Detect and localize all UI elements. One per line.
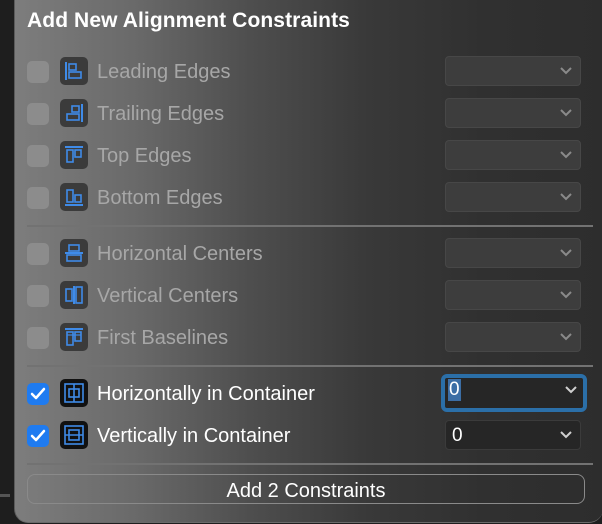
- bottom-edges-dropdown[interactable]: [445, 182, 581, 212]
- top-edges-checkbox[interactable]: [27, 145, 49, 167]
- leading-edges-icon: [60, 57, 88, 85]
- horizontal-centers-dropdown[interactable]: [445, 238, 581, 268]
- trailing-edges-checkbox[interactable]: [27, 103, 49, 125]
- first-baselines-checkbox[interactable]: [27, 327, 49, 349]
- leading-edges-label: Leading Edges: [97, 61, 231, 83]
- separator: [27, 225, 593, 227]
- horizontal-centers-icon: [60, 239, 88, 267]
- add-constraints-button[interactable]: Add 2 Constraints: [27, 474, 585, 504]
- chevron-down-icon: [560, 249, 572, 257]
- separator: [27, 463, 593, 465]
- horizontal-centers-checkbox[interactable]: [27, 243, 49, 265]
- checkmark-icon: [30, 429, 46, 442]
- top-edges-label: Top Edges: [97, 145, 192, 167]
- vertical-centers-checkbox[interactable]: [27, 285, 49, 307]
- chevron-down-icon: [560, 109, 572, 117]
- vertical-centers-label: Vertical Centers: [97, 285, 239, 307]
- checkmark-icon: [30, 387, 46, 400]
- chevron-down-icon: [565, 386, 577, 394]
- chevron-down-icon: [560, 67, 572, 75]
- horizontally-in-container-icon: [60, 379, 88, 407]
- first-baselines-icon: [60, 323, 88, 351]
- chevron-down-icon: [560, 193, 572, 201]
- leading-edges-checkbox[interactable]: [27, 61, 49, 83]
- separator: [27, 365, 593, 367]
- first-baselines-dropdown[interactable]: [445, 322, 581, 352]
- vertically-in-container-label: Vertically in Container: [97, 425, 291, 447]
- alignment-constraints-popover: Add New Alignment Constraints Leading Ed…: [14, 0, 602, 523]
- row-leading-edges[interactable]: Leading Edges: [15, 56, 602, 92]
- row-horizontal-centers[interactable]: Horizontal Centers: [15, 238, 602, 274]
- trailing-edges-dropdown[interactable]: [445, 98, 581, 128]
- horizontal-centers-label: Horizontal Centers: [97, 243, 263, 265]
- chevron-down-icon: [560, 333, 572, 341]
- horizontally-in-container-checkbox[interactable]: [27, 383, 49, 405]
- top-edges-dropdown[interactable]: [445, 140, 581, 170]
- horizontally-in-container-dropdown[interactable]: 0: [441, 374, 587, 412]
- row-vertical-centers[interactable]: Vertical Centers: [15, 280, 602, 316]
- vertical-centers-dropdown[interactable]: [445, 280, 581, 310]
- vertical-centers-icon: [60, 281, 88, 309]
- chevron-down-icon: [560, 431, 572, 439]
- window-edge: [0, 494, 10, 497]
- top-edges-icon: [60, 141, 88, 169]
- vertically-in-container-checkbox[interactable]: [27, 425, 49, 447]
- bottom-edges-label: Bottom Edges: [97, 187, 223, 209]
- chevron-down-icon: [560, 151, 572, 159]
- row-bottom-edges[interactable]: Bottom Edges: [15, 182, 602, 218]
- popover-title: Add New Alignment Constraints: [27, 9, 350, 32]
- chevron-down-icon: [560, 291, 572, 299]
- leading-edges-dropdown[interactable]: [445, 56, 581, 86]
- bottom-edges-checkbox[interactable]: [27, 187, 49, 209]
- horizontally-in-container-value: 0: [448, 379, 461, 401]
- vertically-in-container-value: 0: [452, 425, 463, 446]
- row-horizontally-in-container[interactable]: Horizontally in Container 0: [15, 374, 602, 414]
- vertically-in-container-icon: [60, 421, 88, 449]
- horizontally-in-container-label: Horizontally in Container: [97, 383, 315, 405]
- trailing-edges-label: Trailing Edges: [97, 103, 225, 125]
- row-trailing-edges[interactable]: Trailing Edges: [15, 98, 602, 134]
- row-vertically-in-container[interactable]: Vertically in Container 0: [15, 420, 602, 456]
- row-first-baselines[interactable]: First Baselines: [15, 322, 602, 358]
- first-baselines-label: First Baselines: [97, 327, 229, 349]
- trailing-edges-icon: [60, 99, 88, 127]
- vertically-in-container-dropdown[interactable]: 0: [445, 420, 581, 450]
- bottom-edges-icon: [60, 183, 88, 211]
- row-top-edges[interactable]: Top Edges: [15, 140, 602, 176]
